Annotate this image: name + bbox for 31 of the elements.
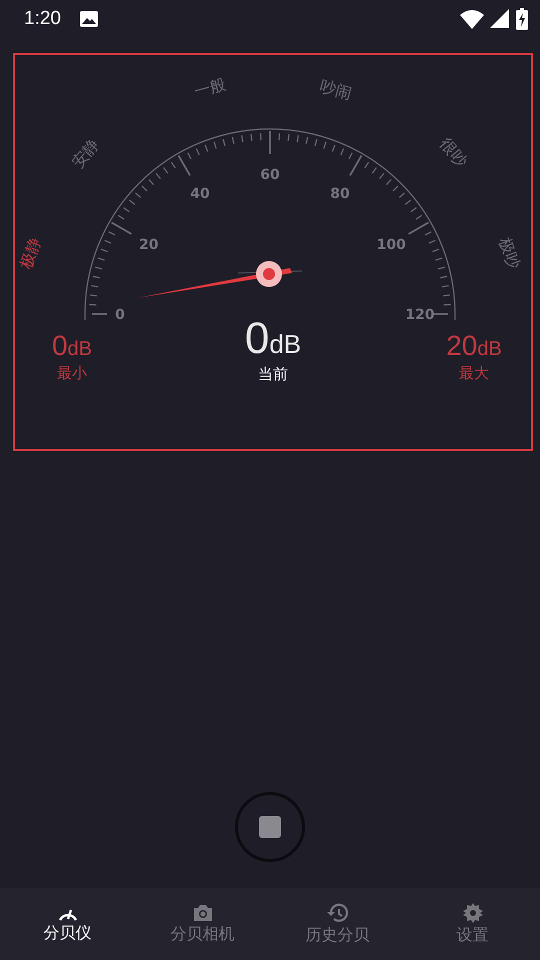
zone-label: 一般 bbox=[192, 74, 228, 101]
zone-label: 极吵 bbox=[495, 234, 524, 272]
image-icon bbox=[78, 10, 99, 28]
decibel-value: 0dB bbox=[244, 317, 302, 361]
settings-icon bbox=[462, 902, 482, 922]
history-icon bbox=[326, 902, 348, 922]
scale-label: 100 bbox=[376, 237, 406, 253]
zone-label: 安静 bbox=[68, 134, 103, 172]
nav-tab[interactable]: 分贝相机 bbox=[135, 888, 270, 960]
camera-icon bbox=[192, 904, 214, 922]
scale-label: 60 bbox=[260, 167, 280, 183]
decibel-value: 0dB bbox=[52, 332, 92, 360]
zone-label: 很吵 bbox=[436, 134, 472, 171]
scale-label: 0 bbox=[115, 307, 125, 323]
nav-tab[interactable]: 分贝仪 bbox=[0, 888, 135, 960]
scale-label: 20 bbox=[139, 237, 158, 253]
nav-tab[interactable]: 历史分贝 bbox=[270, 888, 405, 960]
wifi-icon bbox=[460, 9, 484, 29]
nav-tab[interactable]: 设置 bbox=[405, 888, 540, 960]
zone-label: 极静 bbox=[16, 234, 45, 272]
status-time: 1:20 bbox=[24, 8, 61, 30]
scale-label: 120 bbox=[405, 307, 435, 323]
scale-label: 40 bbox=[190, 186, 210, 202]
decibel-value: 20dB bbox=[446, 332, 502, 360]
reading-label: 当前 bbox=[258, 365, 288, 384]
signal-icon bbox=[490, 9, 510, 29]
battery-charging-icon bbox=[516, 8, 528, 30]
zone-label: 吵闹 bbox=[318, 76, 354, 103]
reading-label: 最小 bbox=[57, 364, 87, 383]
reading-label: 最大 bbox=[459, 364, 489, 383]
scale-label: 80 bbox=[330, 186, 350, 202]
